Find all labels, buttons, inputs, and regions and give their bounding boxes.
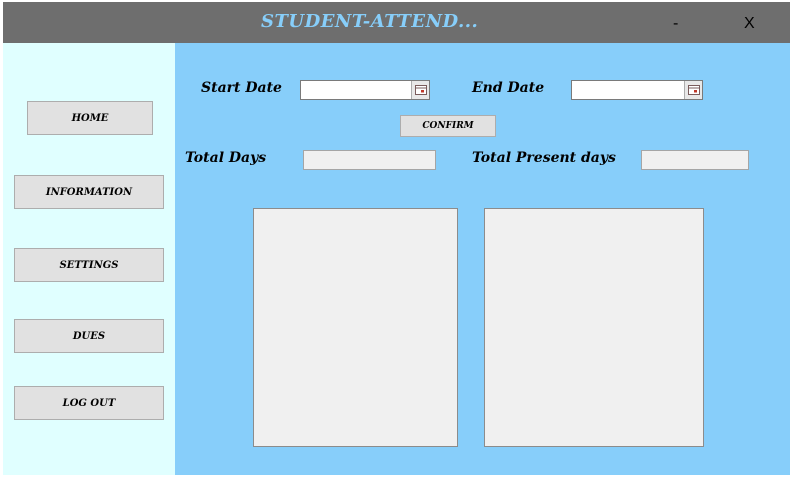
total-present-days-field bbox=[641, 150, 749, 170]
window-title: STUDENT-ATTEND... bbox=[261, 11, 479, 32]
title-bar: STUDENT-ATTEND... - X bbox=[3, 2, 790, 43]
end-date-picker[interactable] bbox=[571, 80, 703, 100]
settings-button[interactable]: SETTINGS bbox=[14, 248, 164, 282]
total-present-days-label: Total Present days bbox=[472, 150, 616, 166]
calendar-icon bbox=[687, 85, 700, 95]
close-button[interactable]: X bbox=[744, 15, 755, 33]
sidebar: HOME INFORMATION SETTINGS DUES LOG OUT bbox=[3, 43, 175, 475]
total-days-label: Total Days bbox=[185, 150, 267, 166]
attendance-panel-right bbox=[484, 208, 704, 447]
end-date-label: End Date bbox=[472, 80, 545, 96]
total-days-field bbox=[303, 150, 436, 170]
dues-button[interactable]: DUES bbox=[14, 319, 164, 353]
attendance-panel-left bbox=[253, 208, 458, 447]
confirm-button[interactable]: CONFIRM bbox=[400, 115, 496, 137]
end-date-input[interactable] bbox=[572, 81, 686, 99]
minimize-button[interactable]: - bbox=[673, 15, 678, 33]
end-date-calendar-button[interactable] bbox=[684, 81, 702, 99]
calendar-icon bbox=[414, 85, 427, 95]
start-date-picker[interactable] bbox=[300, 80, 430, 100]
main-panel: Start Date End Date CONFIRM Total Days T… bbox=[175, 43, 790, 475]
logout-button[interactable]: LOG OUT bbox=[14, 386, 164, 420]
start-date-input[interactable] bbox=[301, 81, 415, 99]
start-date-label: Start Date bbox=[201, 80, 282, 96]
information-button[interactable]: INFORMATION bbox=[14, 175, 164, 209]
home-button[interactable]: HOME bbox=[27, 101, 153, 135]
start-date-calendar-button[interactable] bbox=[411, 81, 429, 99]
